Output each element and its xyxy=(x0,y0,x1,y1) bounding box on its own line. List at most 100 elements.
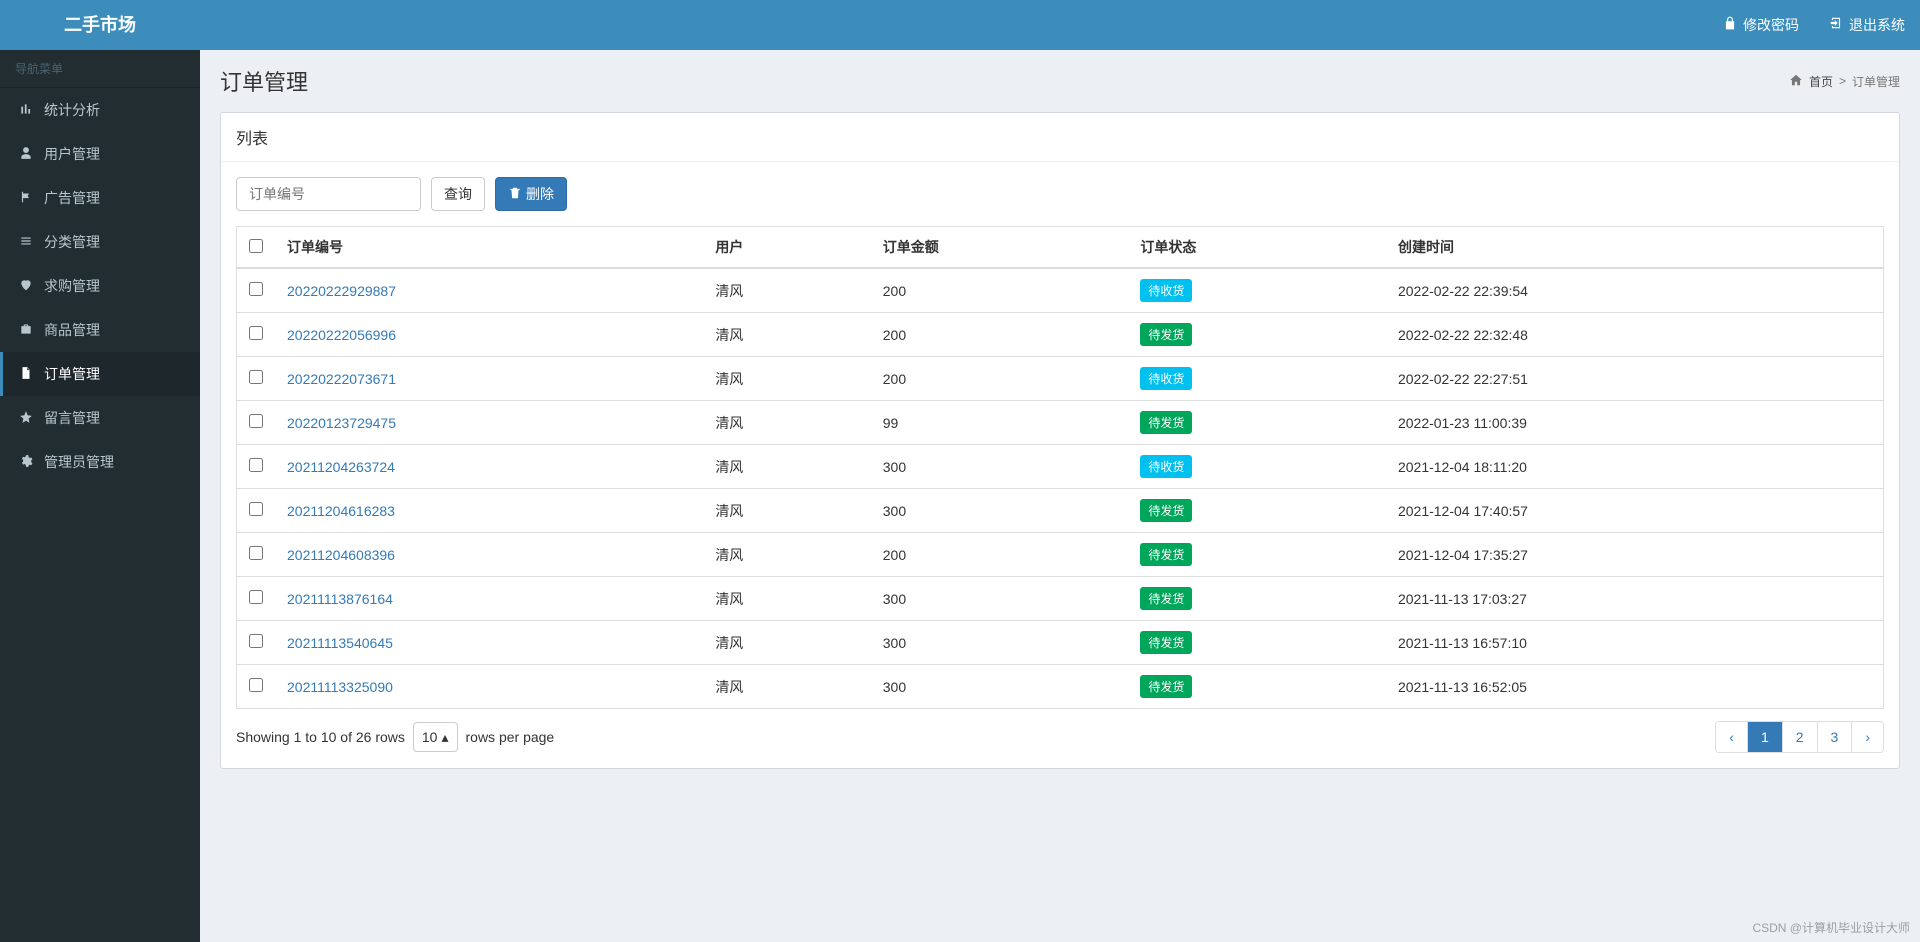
cell-time: 2021-11-13 17:03:27 xyxy=(1386,577,1884,621)
status-badge: 待收货 xyxy=(1140,455,1192,478)
cell-time: 2022-02-22 22:32:48 xyxy=(1386,313,1884,357)
table-row[interactable]: 20220222929887 清风200 待收货 2022-02-22 22:39:5… xyxy=(237,268,1884,313)
page-button[interactable]: ‹ xyxy=(1716,722,1748,752)
cell-amount: 200 xyxy=(871,357,1129,401)
sidebar-item-user[interactable]: 用户管理 xyxy=(0,132,200,176)
page-button[interactable]: 3 xyxy=(1818,722,1853,752)
table-row[interactable]: 20211204608396清风200待发货2021-12-04 17:35:2… xyxy=(237,533,1884,577)
order-id-link[interactable]: 20220222073671 xyxy=(287,371,396,387)
page-button[interactable]: 1 xyxy=(1748,722,1783,752)
cell-time: 2022-02-22 22:39:54 xyxy=(1386,268,1884,313)
sidebar-item-heart[interactable]: 求购管理 xyxy=(0,264,200,308)
rows-select-value: 10 xyxy=(422,729,438,745)
table-row[interactable]: 20220123729475清风99待发货2022-01-23 11:00:39 xyxy=(237,401,1884,445)
user-icon xyxy=(18,146,34,163)
page-button[interactable]: › xyxy=(1852,722,1883,752)
order-id-link[interactable]: 20220222929887 xyxy=(287,283,396,299)
rows-per-page-select[interactable]: 10 ▴ xyxy=(413,722,458,752)
row-checkbox[interactable] xyxy=(249,546,263,560)
row-checkbox[interactable] xyxy=(249,634,263,648)
table-header-row: 订单编号 用户 订单金额 订单状态 创建时间 xyxy=(237,227,1884,269)
row-checkbox[interactable] xyxy=(249,282,263,296)
logout-label: 退出系统 xyxy=(1849,0,1905,50)
order-id-link[interactable]: 20211113876164 xyxy=(287,591,393,607)
page-head: 订单管理 首页 > 订单管理 xyxy=(220,65,1900,97)
breadcrumb-home[interactable]: 首页 xyxy=(1809,73,1833,90)
logout-icon xyxy=(1829,0,1843,50)
cell-time: 2021-11-13 16:57:10 xyxy=(1386,621,1884,665)
col-user[interactable]: 用户 xyxy=(703,227,870,269)
order-id-link[interactable]: 20220123729475 xyxy=(287,415,396,431)
cell-time: 2021-12-04 17:35:27 xyxy=(1386,533,1884,577)
pagination: ‹123› xyxy=(1715,721,1884,753)
content: 订单管理 首页 > 订单管理 列表 查询 删除 xyxy=(200,50,1920,942)
toolbar: 查询 删除 xyxy=(236,177,1884,211)
delete-button[interactable]: 删除 xyxy=(495,177,567,211)
page-button[interactable]: 2 xyxy=(1783,722,1818,752)
showing-text: Showing 1 to 10 of 26 rows xyxy=(236,729,405,745)
cell-amount: 300 xyxy=(871,665,1129,709)
col-amount[interactable]: 订单金额 xyxy=(871,227,1129,269)
cell-amount: 200 xyxy=(871,313,1129,357)
row-checkbox[interactable] xyxy=(249,414,263,428)
row-checkbox[interactable] xyxy=(249,590,263,604)
sidebar-item-star[interactable]: 留言管理 xyxy=(0,396,200,440)
status-badge: 待发货 xyxy=(1140,323,1192,346)
col-order-id[interactable]: 订单编号 xyxy=(275,227,703,269)
cell-amount: 200 xyxy=(871,268,1129,313)
cell-user: 清风 xyxy=(703,313,870,357)
status-badge: 待发货 xyxy=(1140,631,1192,654)
logout-link[interactable]: 退出系统 xyxy=(1814,0,1920,50)
sidebar-item-cog[interactable]: 管理员管理 xyxy=(0,440,200,484)
status-badge: 待收货 xyxy=(1140,367,1192,390)
brand-logo[interactable]: 二手市场 xyxy=(0,0,200,50)
table-row[interactable]: 20211204263724清风300待收货2021-12-04 18:11:2… xyxy=(237,445,1884,489)
sidebar-item-bar-chart[interactable]: 统计分析 xyxy=(0,88,200,132)
status-badge: 待发货 xyxy=(1140,587,1192,610)
row-checkbox[interactable] xyxy=(249,458,263,472)
cell-amount: 300 xyxy=(871,445,1129,489)
sidebar-item-list[interactable]: 分类管理 xyxy=(0,220,200,264)
sidebar-item-label: 管理员管理 xyxy=(44,452,114,472)
status-badge: 待收货 xyxy=(1140,279,1192,302)
row-checkbox[interactable] xyxy=(249,502,263,516)
table-row[interactable]: 20211204616283清风300待发货2021-12-04 17:40:5… xyxy=(237,489,1884,533)
col-time[interactable]: 创建时间 xyxy=(1386,227,1884,269)
cell-time: 2021-12-04 17:40:57 xyxy=(1386,489,1884,533)
order-id-link[interactable]: 20211204616283 xyxy=(287,503,395,519)
change-password-link[interactable]: 修改密码 xyxy=(1708,0,1814,50)
search-input[interactable] xyxy=(236,177,421,211)
sidebar-item-briefcase[interactable]: 商品管理 xyxy=(0,308,200,352)
order-id-link[interactable]: 20211204263724 xyxy=(287,459,395,475)
cell-amount: 300 xyxy=(871,621,1129,665)
order-id-link[interactable]: 20211204608396 xyxy=(287,547,395,563)
cell-user: 清风 xyxy=(703,268,870,313)
sidebar-item-file[interactable]: 订单管理 xyxy=(0,352,200,396)
order-id-link[interactable]: 20211113540645 xyxy=(287,635,393,651)
cell-user: 清风 xyxy=(703,489,870,533)
cell-time: 2021-11-13 16:52:05 xyxy=(1386,665,1884,709)
sidebar-item-label: 订单管理 xyxy=(44,364,100,384)
row-checkbox[interactable] xyxy=(249,370,263,384)
cell-user: 清风 xyxy=(703,533,870,577)
order-id-link[interactable]: 20211113325090 xyxy=(287,679,393,695)
cell-time: 2021-12-04 18:11:20 xyxy=(1386,445,1884,489)
table-row[interactable]: 20220222073671清风200待收货2022-02-22 22:27:5… xyxy=(237,357,1884,401)
cog-icon xyxy=(18,454,34,471)
panel-body: 查询 删除 订单编号 用户 订单金额 订单状态 创 xyxy=(221,162,1899,768)
cell-amount: 99 xyxy=(871,401,1129,445)
col-status[interactable]: 订单状态 xyxy=(1128,227,1386,269)
row-checkbox[interactable] xyxy=(249,326,263,340)
search-button[interactable]: 查询 xyxy=(431,177,485,211)
order-id-link[interactable]: 20220222056996 xyxy=(287,327,396,343)
breadcrumb-current: 订单管理 xyxy=(1852,73,1900,90)
sidebar-item-flag[interactable]: 广告管理 xyxy=(0,176,200,220)
page-title: 订单管理 xyxy=(220,65,308,97)
select-all-checkbox[interactable] xyxy=(249,239,263,253)
table-row[interactable]: 20211113325090清风300待发货2021-11-13 16:52:0… xyxy=(237,665,1884,709)
table-row[interactable]: 20211113876164清风300待发货2021-11-13 17:03:2… xyxy=(237,577,1884,621)
file-icon xyxy=(18,366,34,383)
table-row[interactable]: 20220222056996 清风200 待发货 2022-02-22 22:32:4… xyxy=(237,313,1884,357)
row-checkbox[interactable] xyxy=(249,678,263,692)
table-row[interactable]: 20211113540645清风300待发货2021-11-13 16:57:1… xyxy=(237,621,1884,665)
